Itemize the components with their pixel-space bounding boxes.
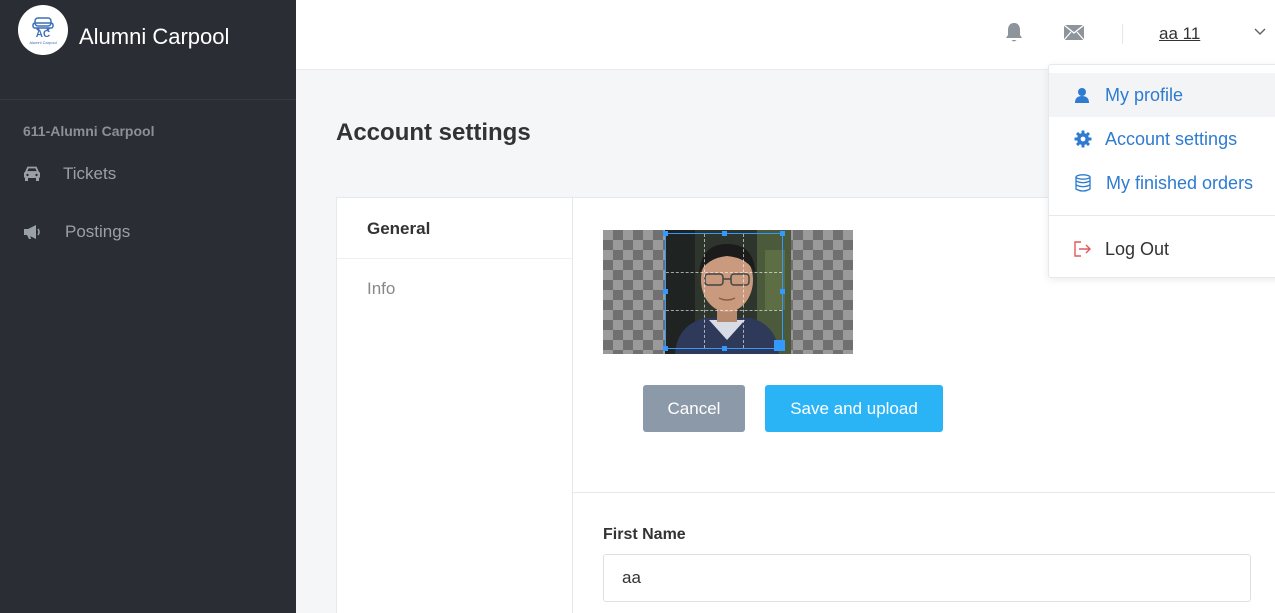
page-title: Account settings — [336, 119, 531, 146]
sidebar-item-tickets[interactable]: Tickets — [0, 145, 296, 203]
settings-tabs: General Info — [337, 198, 573, 613]
logout-icon — [1074, 241, 1091, 257]
crop-grid-line — [666, 272, 782, 273]
mail-icon[interactable] — [1063, 24, 1085, 41]
chevron-down-icon[interactable] — [1254, 28, 1266, 36]
menu-item-my-finished-orders[interactable]: My finished orders — [1049, 161, 1275, 205]
crop-grid-line — [704, 234, 705, 348]
database-icon — [1075, 174, 1091, 192]
topbar-divider — [1122, 24, 1123, 44]
menu-item-account-settings[interactable]: Account settings — [1049, 117, 1275, 161]
crop-grid-line — [666, 310, 782, 311]
brand[interactable]: AC Alumni Carpool Alumni Carpool — [0, 0, 296, 100]
crop-handle[interactable] — [780, 289, 785, 294]
crop-box[interactable] — [663, 231, 785, 351]
topbar: aa 11 — [296, 0, 1275, 70]
crop-handle[interactable] — [780, 231, 785, 236]
logo-text: AC — [35, 29, 51, 40]
megaphone-icon — [24, 225, 40, 239]
avatar-cropper[interactable] — [603, 230, 853, 354]
menu-item-log-out[interactable]: Log Out — [1049, 227, 1275, 271]
tab-general[interactable]: General — [337, 198, 572, 259]
crop-handle[interactable] — [722, 231, 727, 236]
brand-name: Alumni Carpool — [79, 24, 230, 49]
menu-item-label: My finished orders — [1106, 172, 1254, 193]
menu-item-label: Log Out — [1105, 238, 1170, 259]
menu-divider — [1049, 215, 1275, 216]
sidebar: AC Alumni Carpool Alumni Carpool 611-Alu… — [0, 0, 296, 613]
logo-subtext: Alumni Carpool — [29, 40, 57, 45]
org-name: 611-Alumni Carpool — [23, 123, 155, 139]
cancel-button[interactable]: Cancel — [643, 385, 745, 432]
sidebar-item-label: Tickets — [63, 164, 117, 183]
logo: AC Alumni Carpool — [18, 5, 68, 55]
user-menu-toggle[interactable]: aa 11 — [1159, 24, 1200, 44]
user-icon — [1075, 88, 1089, 103]
sidebar-item-postings[interactable]: Postings — [0, 203, 296, 261]
crop-resize-handle[interactable] — [774, 340, 785, 351]
first-name-label: First Name — [603, 526, 686, 543]
section-divider — [573, 492, 1275, 493]
first-name-input[interactable] — [603, 554, 1251, 602]
sidebar-item-label: Postings — [65, 222, 131, 241]
bell-icon[interactable] — [1004, 22, 1024, 44]
user-dropdown-menu: My profile Account settings My finished … — [1048, 64, 1275, 278]
gear-icon — [1074, 130, 1092, 148]
tab-info[interactable]: Info — [337, 259, 572, 320]
menu-item-label: My profile — [1105, 84, 1184, 105]
crop-handle[interactable] — [663, 289, 668, 294]
menu-item-label: Account settings — [1105, 128, 1238, 149]
crop-handle[interactable] — [663, 231, 668, 236]
crop-handle[interactable] — [722, 346, 727, 351]
save-and-upload-button[interactable]: Save and upload — [765, 385, 943, 432]
crop-handle[interactable] — [663, 346, 668, 351]
menu-item-my-profile[interactable]: My profile — [1049, 73, 1275, 117]
crop-grid-line — [743, 234, 744, 348]
car-icon — [24, 166, 40, 181]
